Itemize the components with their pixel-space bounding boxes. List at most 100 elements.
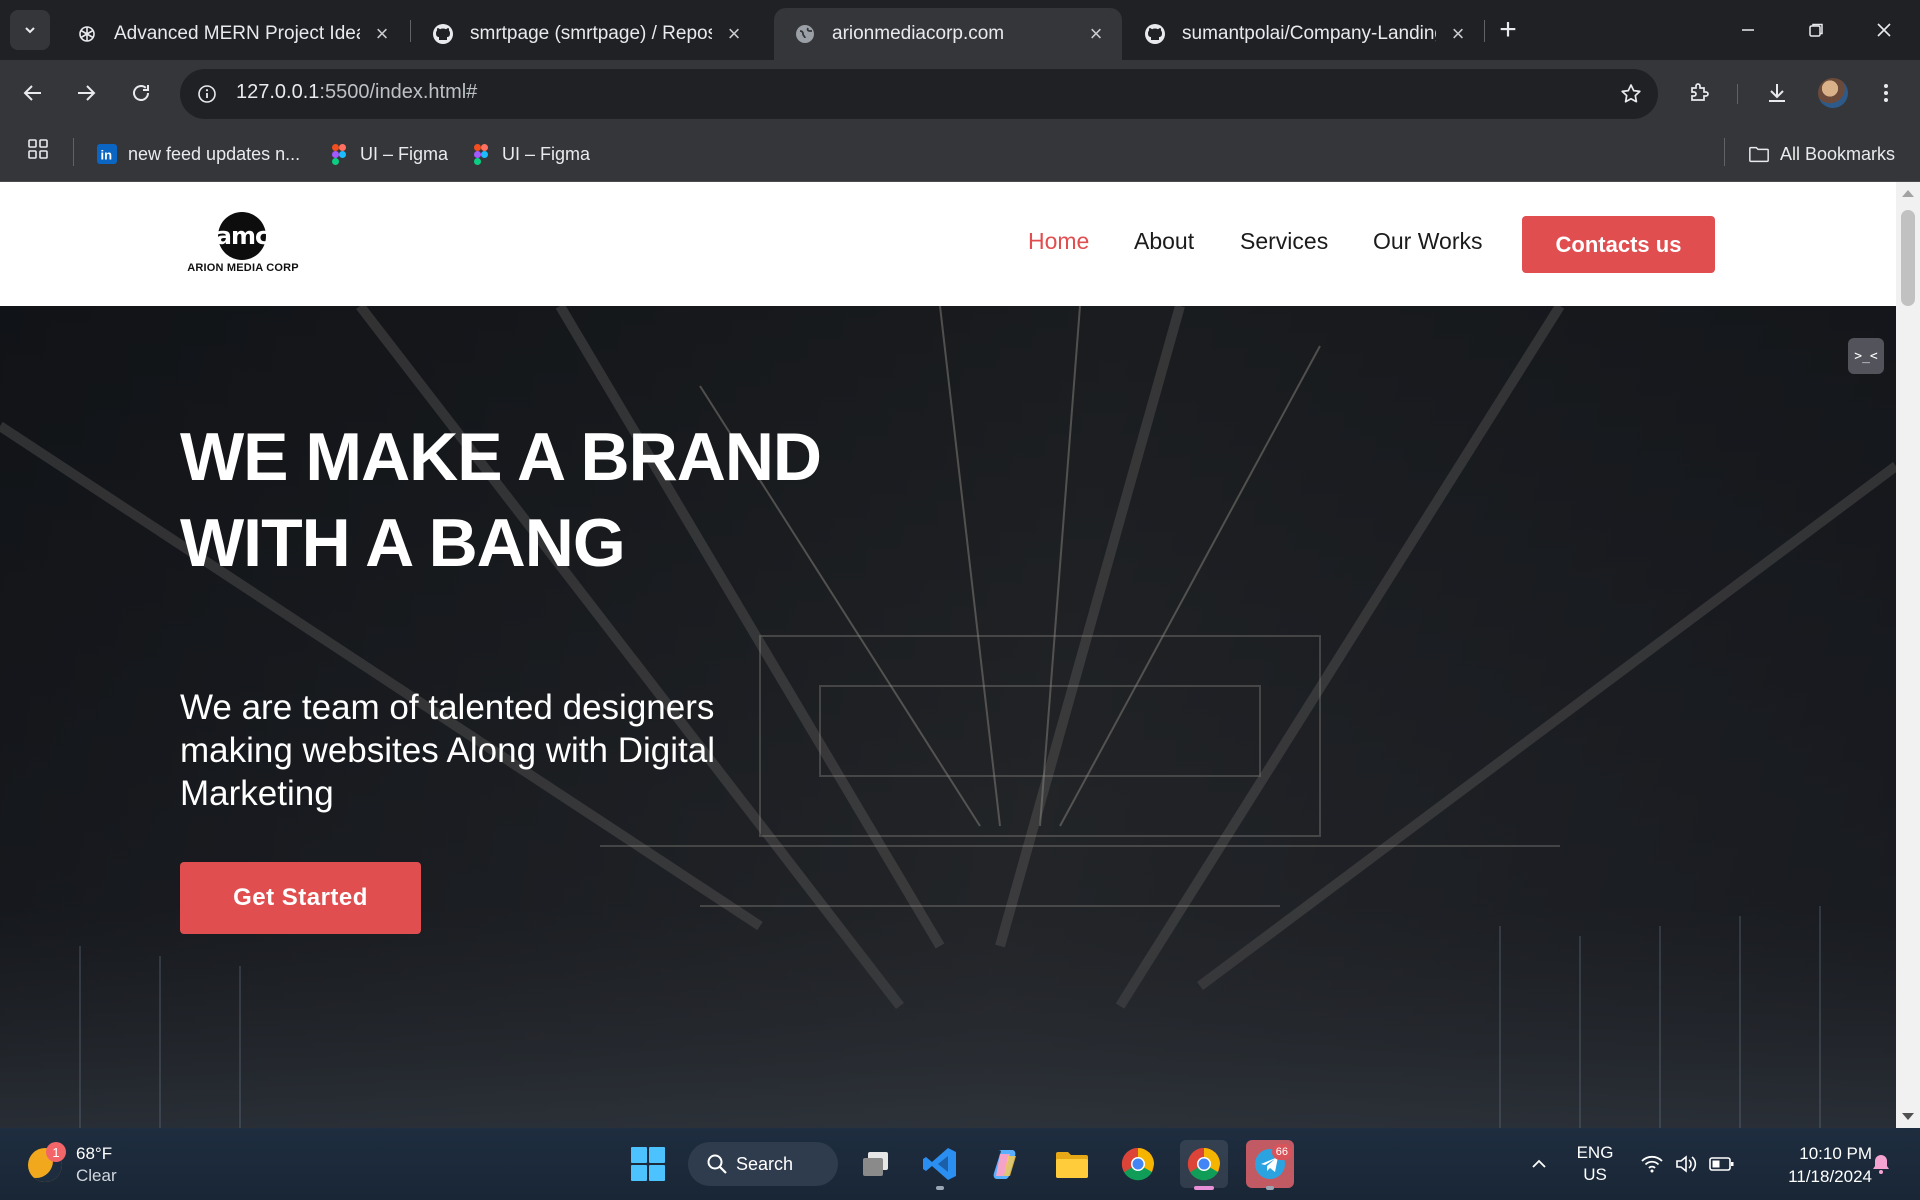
download-icon <box>1769 84 1785 102</box>
contacts-us-button[interactable]: Contacts us <box>1522 216 1715 273</box>
back-button[interactable] <box>15 75 51 111</box>
vscode-app[interactable] <box>916 1140 964 1190</box>
close-tab-icon[interactable]: × <box>368 20 396 48</box>
windows-logo-icon <box>631 1147 665 1181</box>
tab-title: arionmediacorp.com <box>832 23 1005 44</box>
tab-smrtpage[interactable]: smrtpage (smrtpage) / Reposito × <box>412 8 760 60</box>
close-tab-icon[interactable]: × <box>720 20 748 48</box>
notifications-button[interactable] <box>1866 1128 1896 1200</box>
reload-button[interactable] <box>123 75 159 111</box>
folder-icon <box>1748 143 1770 165</box>
bookmarks-divider <box>1724 138 1725 166</box>
site-header: amc ARION MEDIA CORP Home About Services… <box>0 182 1896 306</box>
address-bar[interactable]: 127.0.0.1:5500/index.html# <box>180 69 1658 119</box>
tab-divider <box>410 20 411 42</box>
bookmark-label: UI – Figma <box>360 143 449 164</box>
arrow-right-icon <box>78 85 96 101</box>
region-code: US <box>1583 1165 1607 1184</box>
restore-icon <box>1809 23 1823 37</box>
figma-icon <box>328 143 350 165</box>
chrome-icon <box>1187 1147 1220 1181</box>
tab-search-button[interactable] <box>10 10 50 50</box>
apps-grid-icon[interactable] <box>27 138 49 165</box>
reload-icon <box>133 85 149 101</box>
weather-condition: Clear <box>76 1166 117 1185</box>
file-explorer-app[interactable] <box>1048 1140 1096 1188</box>
logo-wordmark: ARION MEDIA CORP <box>187 262 299 274</box>
nav-services-link[interactable]: Services <box>1240 228 1328 255</box>
chrome-app[interactable] <box>1114 1140 1162 1188</box>
close-tab-icon[interactable]: × <box>1444 20 1472 48</box>
copilot-icon <box>993 1150 1016 1179</box>
taskbar-search[interactable]: Search <box>688 1142 838 1186</box>
extension-overlay-badge[interactable]: >_< <box>1848 338 1884 374</box>
close-tab-icon[interactable]: × <box>1082 20 1110 48</box>
bookmark-figma-2[interactable]: UI – Figma <box>470 140 590 168</box>
tab-strip: Advanced MERN Project Ideas × smrtpage (… <box>0 0 1920 60</box>
linkedin-icon: in <box>96 143 118 165</box>
nav-home-link[interactable]: Home <box>1028 228 1089 255</box>
bookmarks-divider <box>73 138 74 166</box>
all-bookmarks-button[interactable]: All Bookmarks <box>1748 140 1895 168</box>
clock-date: 11/18/2024 <box>1788 1167 1872 1186</box>
close-icon <box>1877 23 1891 37</box>
minimize-icon <box>1742 29 1754 31</box>
chrome-app-active[interactable] <box>1180 1140 1228 1190</box>
tab-advanced-mern[interactable]: Advanced MERN Project Ideas × <box>56 8 408 60</box>
url-path: :5500/index.html# <box>319 81 478 103</box>
volume-status[interactable] <box>1670 1128 1702 1200</box>
page-viewport: amc ARION MEDIA CORP Home About Services… <box>0 182 1896 1128</box>
input-language-indicator[interactable]: ENG US <box>1570 1142 1620 1186</box>
downloads-button[interactable] <box>1761 77 1793 109</box>
page-scrollbar[interactable] <box>1896 182 1920 1128</box>
speaker-icon <box>1676 1155 1697 1173</box>
bookmark-label: UI – Figma <box>502 143 591 164</box>
weather-widget[interactable]: 1 68°F Clear <box>26 1140 146 1188</box>
bookmark-linkedin[interactable]: in new feed updates n... <box>96 140 300 168</box>
network-status[interactable] <box>1636 1128 1668 1200</box>
minimize-button[interactable] <box>1714 0 1782 60</box>
restore-button[interactable] <box>1782 0 1850 60</box>
close-window-button[interactable] <box>1850 0 1918 60</box>
new-tab-button[interactable]: + <box>1492 13 1524 46</box>
show-hidden-icons-button[interactable] <box>1524 1128 1554 1200</box>
battery-icon <box>1709 1157 1734 1171</box>
get-started-button[interactable]: Get Started <box>180 862 421 934</box>
task-view-button[interactable] <box>852 1140 900 1188</box>
language-code: ENG <box>1576 1143 1614 1162</box>
scroll-down-arrow-icon[interactable] <box>1902 1113 1914 1120</box>
forward-button[interactable] <box>68 75 104 111</box>
scroll-up-arrow-icon[interactable] <box>1902 190 1914 197</box>
site-logo[interactable]: amc ARION MEDIA CORP <box>182 212 304 276</box>
bookmark-figma-1[interactable]: UI – Figma <box>328 140 448 168</box>
tab-company-landing[interactable]: sumantpolai/Company-Landing × <box>1124 8 1484 60</box>
url-text[interactable]: 127.0.0.1:5500/index.html# <box>236 81 477 104</box>
telegram-app[interactable]: 66 <box>1246 1140 1294 1190</box>
github-icon <box>1144 23 1166 45</box>
system-clock[interactable]: 10:10 PM 11/18/2024 <box>1752 1142 1872 1188</box>
nav-about-link[interactable]: About <box>1134 228 1194 255</box>
bookmark-label: new feed updates n... <box>128 143 301 164</box>
weather-temperature: 68°F <box>76 1144 113 1163</box>
start-button[interactable] <box>624 1140 672 1188</box>
vscode-icon <box>923 1148 956 1180</box>
wifi-icon <box>1641 1155 1663 1173</box>
site-info-icon[interactable] <box>194 81 220 107</box>
windows-taskbar: 1 68°F Clear Search 66 ENG US 10:10 PM 1… <box>0 1128 1920 1200</box>
bookmark-star-icon[interactable] <box>1618 81 1644 107</box>
battery-status[interactable] <box>1706 1128 1738 1200</box>
scrollbar-thumb[interactable] <box>1901 210 1915 306</box>
figma-icon <box>470 143 492 165</box>
copilot-app[interactable] <box>982 1140 1030 1188</box>
url-host: 127.0.0.1 <box>236 81 320 103</box>
tab-arionmediacorp[interactable]: arionmediacorp.com × <box>774 8 1122 60</box>
all-bookmarks-label: All Bookmarks <box>1780 143 1896 164</box>
tab-title: Advanced MERN Project Ideas <box>114 23 360 44</box>
extensions-button[interactable] <box>1683 77 1715 109</box>
nav-our-works-link[interactable]: Our Works <box>1373 228 1482 255</box>
weather-badge: 1 <box>46 1142 66 1162</box>
profile-avatar[interactable] <box>1818 78 1848 108</box>
search-label: Search <box>736 1153 794 1174</box>
toolbar-divider <box>1737 84 1738 104</box>
browser-menu-button[interactable] <box>1870 77 1902 109</box>
